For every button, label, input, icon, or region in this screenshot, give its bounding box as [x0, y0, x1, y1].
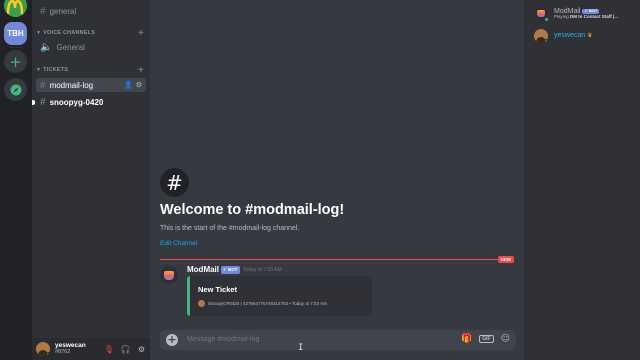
- member-name: yeswecan: [554, 32, 586, 40]
- hash-icon: #: [160, 168, 189, 197]
- hash-icon: #: [40, 79, 46, 91]
- channel-label: general: [49, 6, 77, 16]
- welcome-subtitle: This is the start of the #modmail-log ch…: [160, 225, 300, 232]
- new-badge: NEW: [497, 256, 514, 263]
- channel-label: modmail-log: [49, 80, 94, 90]
- message-input[interactable]: Message #modmail-log: [187, 336, 259, 343]
- edit-channel-link[interactable]: Edit Channel: [160, 240, 197, 247]
- gift-icon[interactable]: 🎁: [461, 334, 472, 344]
- server-icon-tbh[interactable]: TBH: [4, 22, 27, 45]
- user-panel: yeswecan #8762 🎙 🎧 ⚙: [32, 338, 150, 360]
- avatar[interactable]: [36, 342, 50, 356]
- user-settings-gear-icon[interactable]: ⚙: [138, 345, 145, 354]
- category-voice-channels[interactable]: ▼ VOICE CHANNELS +: [36, 28, 144, 39]
- mute-microphone-icon[interactable]: 🎙: [104, 345, 114, 354]
- channel-general-text[interactable]: # general: [36, 4, 146, 18]
- chevron-down-icon: ▼: [36, 30, 42, 36]
- message-timestamp: Today at 7:03 AM: [243, 267, 282, 273]
- embed-title: New Ticket: [198, 285, 238, 294]
- add-channel-icon[interactable]: +: [138, 28, 144, 39]
- discriminator: #8762: [55, 349, 71, 355]
- new-messages-divider: [160, 259, 514, 260]
- hash-icon: #: [40, 96, 46, 108]
- category-tickets[interactable]: ▼ TICKETS +: [36, 65, 144, 76]
- chat-area: # Welcome to #modmail-log! This is the s…: [150, 0, 524, 360]
- online-status-icon: [544, 17, 549, 22]
- member-activity: Playing DM to Contact Staff |...: [554, 14, 619, 20]
- arches-logo-icon: [4, 0, 27, 17]
- bot-avatar[interactable]: [160, 266, 178, 284]
- member-yeswecan[interactable]: yeswecan ♛: [534, 29, 593, 43]
- message-input-box[interactable]: + Message #modmail-log 🎁 GIF ☺: [160, 330, 516, 350]
- server-rail: TBH +: [0, 0, 32, 360]
- compass-icon: [10, 84, 21, 95]
- member-list: ModMail ✓ BOT Playing DM to Contact Staf…: [524, 0, 640, 360]
- hash-icon: #: [40, 5, 46, 17]
- server-icon-arches[interactable]: [4, 0, 27, 17]
- channel-general-voice[interactable]: 🔈 General: [36, 40, 146, 54]
- member-modmail[interactable]: ModMail ✓ BOT Playing DM to Contact Staf…: [534, 7, 619, 22]
- welcome-title: Welcome to #modmail-log!: [160, 202, 345, 218]
- embed-footer: SnoopyG#0420 | 427664776746314753 • Toda…: [198, 300, 327, 307]
- category-label: TICKETS: [43, 67, 69, 73]
- invite-icon[interactable]: 👤: [124, 81, 133, 89]
- bot-badge: ✓ BOT: [221, 266, 240, 274]
- channel-snoopyg-0420[interactable]: # snoopyg-0420: [32, 95, 146, 109]
- message-author[interactable]: ModMail: [187, 265, 219, 274]
- channel-label: General: [56, 42, 85, 52]
- add-channel-icon[interactable]: +: [138, 65, 144, 76]
- channel-label: snoopyg-0420: [49, 97, 104, 107]
- avatar: [534, 29, 548, 43]
- upload-plus-icon[interactable]: +: [166, 334, 178, 346]
- channel-sidebar: # general ▼ VOICE CHANNELS + 🔈 General ▼…: [32, 0, 150, 360]
- emoji-icon[interactable]: ☺: [501, 334, 510, 344]
- gif-icon[interactable]: GIF: [479, 335, 494, 343]
- online-status-icon: [544, 39, 548, 43]
- online-status-icon: [46, 352, 50, 356]
- text-cursor-icon: I: [298, 343, 304, 353]
- explore-servers-button[interactable]: [4, 78, 27, 101]
- add-server-button[interactable]: +: [4, 50, 27, 73]
- bot-badge: ✓ BOT: [582, 8, 600, 14]
- chevron-down-icon: ▼: [36, 67, 42, 73]
- headphones-icon[interactable]: 🎧: [121, 345, 131, 354]
- rail-separator: [9, 47, 23, 48]
- crown-icon: ♛: [587, 32, 593, 39]
- unread-indicator: [32, 99, 35, 105]
- discord-window: TBH + # general ▼ VOICE CHANNELS + 🔈 Gen…: [0, 0, 640, 360]
- modmail-logo-icon: [537, 10, 545, 17]
- ticket-embed: New Ticket SnoopyG#0420 | 42766477674631…: [187, 276, 372, 316]
- avatar: [534, 7, 549, 22]
- user-avatar-icon: [198, 300, 205, 307]
- modmail-logo-icon: [164, 270, 174, 280]
- embed-footer-text: SnoopyG#0420 | 427664776746314753 • Toda…: [208, 301, 327, 306]
- category-label: VOICE CHANNELS: [43, 30, 96, 36]
- gear-icon[interactable]: ⚙: [136, 81, 142, 89]
- speaker-icon: 🔈: [40, 41, 53, 53]
- channel-modmail-log[interactable]: # modmail-log 👤 ⚙: [36, 78, 146, 92]
